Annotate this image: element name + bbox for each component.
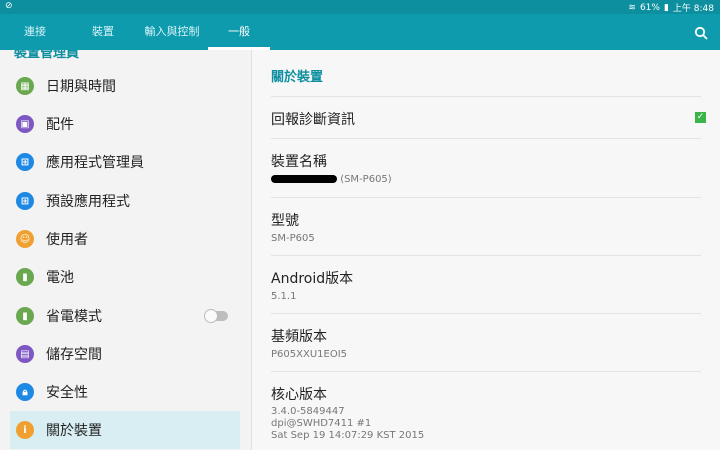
default-apps-icon: ⊞ (16, 192, 34, 210)
user-icon: ☺ (16, 230, 34, 248)
baseband-value: P605XXU1EOI5 (271, 349, 348, 360)
android-version-title: Android版本 (271, 271, 354, 287)
about-device-panel: 關於裝置 回報診斷資訊 ✓ 裝置名稱 (SM-P605) 型號 SM-P605 … (252, 50, 720, 450)
power-saving-toggle[interactable] (204, 309, 228, 323)
menu-item-label: 預設應用程式 (46, 194, 130, 210)
battery-icon: ▮ (16, 268, 34, 286)
settings-menu: 裝置管理員 ▦ 日期與時間 ▣ 配件 ⊞ 應用程式管理員 ⊞ 預設應用程式 ☺ … (0, 50, 251, 450)
menu-item-app-manager[interactable]: ⊞ 應用程式管理員 (10, 143, 240, 181)
baseband-title: 基頻版本 (271, 329, 327, 345)
android-version-value: 5.1.1 (271, 291, 297, 302)
device-name-value: (SM-P605) (340, 174, 392, 185)
report-diagnostics-label: 回報診斷資訊 (271, 112, 355, 128)
tab-bar: 連接 裝置 輸入與控制 一般 (0, 14, 720, 50)
kernel-line-3: Sat Sep 19 14:07:29 KST 2015 (271, 430, 425, 441)
menu-item-label: 配件 (46, 117, 74, 133)
menu-item-security[interactable]: 🔒︎ 安全性 (10, 373, 240, 411)
menu-item-label: 安全性 (46, 385, 88, 401)
model-row[interactable]: 型號 SM-P605 (271, 197, 701, 256)
device-name-title: 裝置名稱 (271, 154, 327, 170)
menu-item-label: 電池 (46, 270, 74, 286)
menu-item-label: 關於裝置 (46, 423, 102, 439)
menu-item-date-time[interactable]: ▦ 日期與時間 (10, 67, 240, 105)
security-icon: 🔒︎ (16, 383, 34, 401)
power-saving-icon: ▮ (16, 307, 34, 325)
menu-item-users[interactable]: ☺ 使用者 (10, 220, 240, 258)
report-diagnostics-checkbox[interactable]: ✓ (695, 112, 706, 123)
baseband-row[interactable]: 基頻版本 P605XXU1EOI5 (271, 313, 701, 372)
kernel-line-2: dpi@SWHD7411 #1 (271, 418, 372, 429)
menu-header: 裝置管理員 (14, 50, 80, 61)
menu-item-about-device[interactable]: i 關於裝置 (10, 411, 240, 449)
menu-item-label: 省電模式 (46, 309, 102, 325)
clock: 上午 8:48 (672, 4, 714, 14)
info-icon: i (16, 421, 34, 439)
menu-item-accessories[interactable]: ▣ 配件 (10, 105, 240, 143)
kernel-line-1: 3.4.0-5849447 (271, 406, 345, 417)
redaction-scribble (271, 175, 337, 183)
model-title: 型號 (271, 213, 299, 229)
report-diagnostics-row[interactable]: 回報診斷資訊 ✓ (271, 96, 706, 138)
menu-item-battery[interactable]: ▮ 電池 (10, 258, 240, 296)
compass-icon: ⊘ (5, 1, 13, 11)
accessory-icon: ▣ (16, 115, 34, 133)
storage-icon: ▤ (16, 345, 34, 363)
search-icon[interactable] (694, 26, 708, 40)
toggle-knob (204, 309, 218, 323)
battery-icon: ▮ (663, 2, 669, 13)
menu-item-default-apps[interactable]: ⊞ 預設應用程式 (10, 182, 240, 220)
wifi-icon: ≋ (628, 2, 636, 13)
android-version-row[interactable]: Android版本 5.1.1 (271, 255, 701, 314)
device-name-value-line: (SM-P605) (271, 174, 392, 186)
calendar-icon: ▦ (16, 77, 34, 95)
status-icons: ≋ 61% ▮ 上午 8:48 (628, 1, 714, 15)
tab-general[interactable]: 一般 (208, 14, 270, 50)
menu-item-power-saving[interactable]: ▮ 省電模式 (10, 297, 240, 335)
tab-input-control[interactable]: 輸入與控制 (136, 14, 208, 50)
model-value: SM-P605 (271, 233, 315, 244)
tab-device[interactable]: 裝置 (70, 14, 136, 50)
tab-connections[interactable]: 連接 (0, 14, 70, 50)
apps-grid-icon: ⊞ (16, 153, 34, 171)
battery-percent: 61% (639, 2, 660, 13)
kernel-row[interactable]: 核心版本 3.4.0-5849447 dpi@SWHD7411 #1 Sat S… (271, 371, 701, 450)
status-bar: ⊘ ≋ 61% ▮ 上午 8:48 (0, 0, 720, 14)
menu-item-label: 應用程式管理員 (46, 155, 144, 171)
section-title: 關於裝置 (271, 70, 324, 85)
menu-item-label: 儲存空間 (46, 347, 102, 363)
menu-item-storage[interactable]: ▤ 儲存空間 (10, 335, 240, 373)
menu-item-label: 使用者 (46, 232, 88, 248)
kernel-title: 核心版本 (271, 387, 327, 403)
device-name-row[interactable]: 裝置名稱 (SM-P605) (271, 138, 701, 197)
menu-item-label: 日期與時間 (46, 79, 116, 95)
